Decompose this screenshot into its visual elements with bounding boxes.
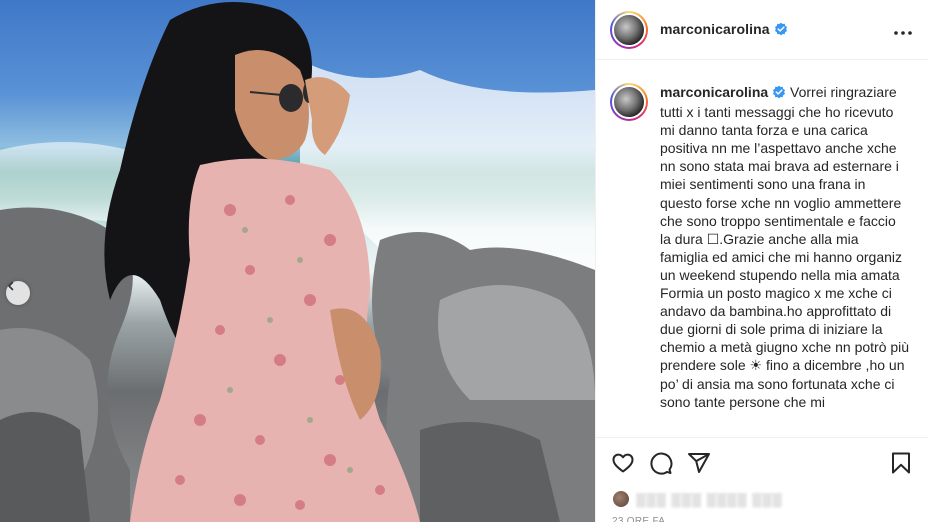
likes-row[interactable]: ░░░ ░░░ ░░░░ ░░░ — [596, 488, 928, 510]
post-header: marconicarolina — [596, 0, 928, 60]
more-options-button[interactable] — [894, 19, 912, 40]
comment-icon — [650, 452, 673, 475]
carousel-prev-button[interactable] — [6, 281, 30, 305]
avatar — [612, 490, 630, 508]
bookmark-icon — [892, 452, 910, 474]
avatar — [612, 12, 646, 47]
chevron-left-icon — [8, 281, 14, 291]
likes-text[interactable]: ░░░ ░░░ ░░░░ ░░░ — [636, 492, 783, 507]
caption: marconicarolina Vorrei ringraziare tutti… — [660, 83, 910, 437]
header-username[interactable]: marconicarolina — [660, 21, 788, 39]
verified-badge-icon — [772, 85, 786, 103]
action-bar — [596, 438, 928, 488]
header-avatar[interactable] — [610, 10, 648, 49]
photo-illustration — [0, 2, 595, 522]
post-actions-section: ░░░ ░░░ ░░░░ ░░░ 23 ORE FA — [596, 437, 928, 522]
post-timestamp: 23 ORE FA — [612, 516, 666, 522]
like-button[interactable] — [608, 448, 638, 478]
share-button[interactable] — [684, 448, 714, 478]
caption-section: marconicarolina Vorrei ringraziare tutti… — [596, 61, 928, 437]
post-side-panel: marconicarolina marconicarolina Vorrei r… — [595, 0, 928, 522]
post-photo[interactable] — [0, 0, 595, 522]
caption-avatar[interactable] — [610, 83, 648, 121]
save-button[interactable] — [886, 448, 916, 478]
heart-icon — [612, 453, 634, 473]
username-text[interactable]: marconicarolina — [660, 21, 770, 37]
paper-plane-icon — [688, 453, 710, 473]
comment-button[interactable] — [646, 448, 676, 478]
caption-username[interactable]: marconicarolina — [660, 84, 768, 100]
avatar — [612, 85, 646, 119]
verified-badge-icon — [774, 22, 788, 39]
caption-body: Vorrei ringraziare tutti x i tanti messa… — [660, 84, 910, 410]
more-options-icon — [894, 31, 912, 35]
